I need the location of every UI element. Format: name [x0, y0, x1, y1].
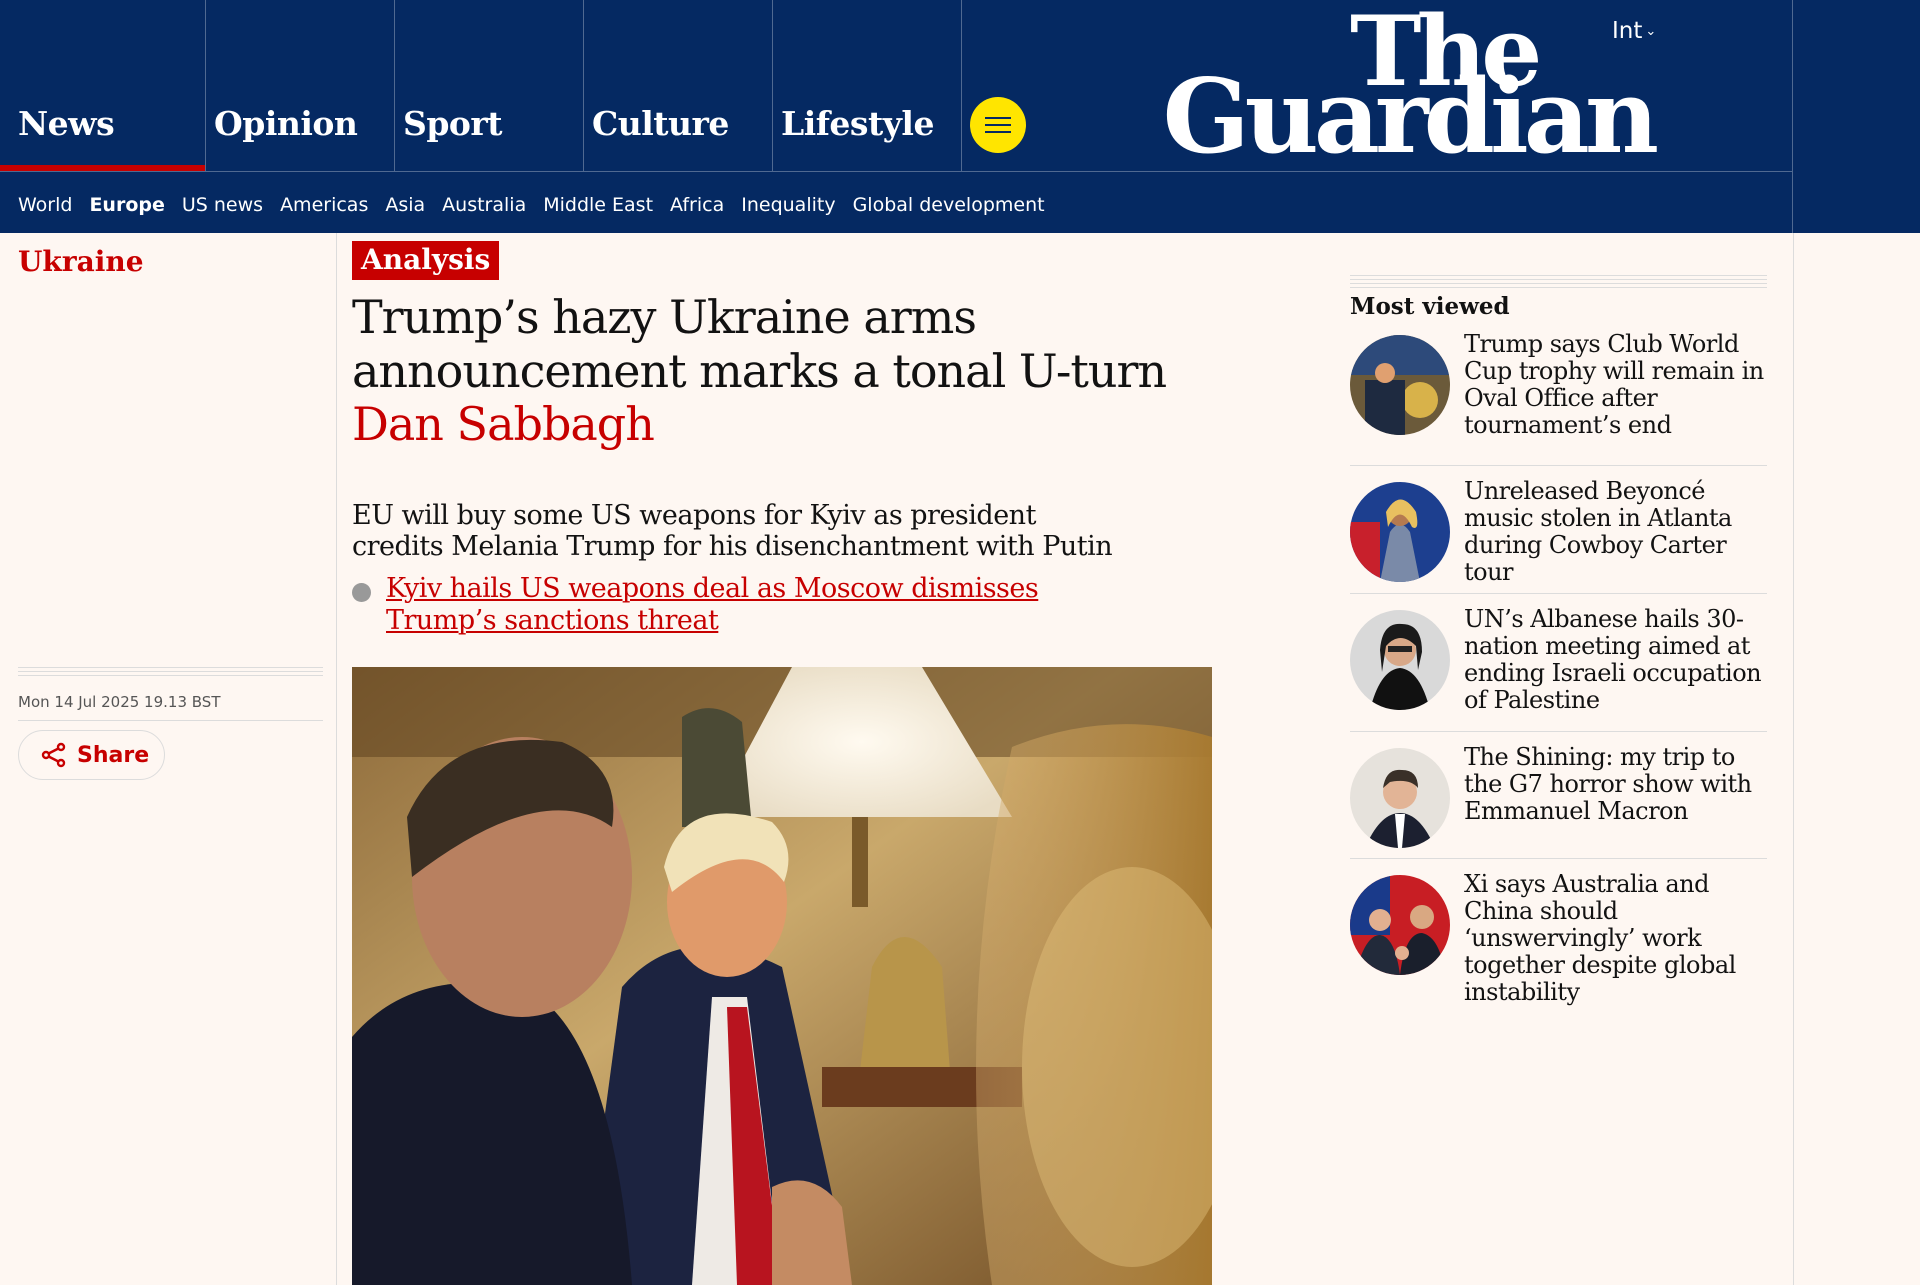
logo-line2: Guardian	[1162, 57, 1659, 177]
most-viewed-divider	[1350, 275, 1767, 289]
subnav-us-news[interactable]: US news	[182, 194, 263, 216]
standfirst: EU will buy some US weapons for Kyiv as …	[352, 500, 1113, 562]
thumbnail-image	[1350, 748, 1450, 848]
subnav-asia[interactable]: Asia	[385, 194, 425, 216]
subnav-inequality[interactable]: Inequality	[741, 194, 835, 216]
meta-separator	[18, 720, 323, 721]
pillar-label: News	[18, 104, 115, 143]
subnav-americas[interactable]: Americas	[280, 194, 368, 216]
hero-photo	[352, 667, 1212, 1285]
subnav-middle-east[interactable]: Middle East	[543, 194, 653, 216]
pillar-label: Sport	[403, 104, 503, 143]
most-viewed-headline: The Shining: my trip to the G7 horror sh…	[1464, 743, 1752, 825]
guardian-logo[interactable]: The Guardian	[1163, 4, 1670, 169]
share-button[interactable]: Share	[18, 730, 165, 780]
pillar-culture[interactable]: Culture	[584, 0, 773, 171]
dateline: Mon 14 Jul 2025 19.13 BST	[18, 693, 221, 711]
pillar-lifestyle[interactable]: Lifestyle	[773, 0, 962, 171]
hamburger-icon	[985, 124, 1011, 126]
share-icon	[41, 742, 66, 768]
most-viewed-headline: Trump says Club World Cup trophy will re…	[1464, 330, 1764, 439]
list-item[interactable]: Unreleased Beyoncé music stolen in Atlan…	[1350, 465, 1767, 593]
most-viewed-headline: Xi says Australia and China should ‘unsw…	[1464, 870, 1736, 1006]
thumbnail-image	[1350, 335, 1450, 435]
masthead-inner: News Opinion Sport Culture Lifestyle Int…	[0, 0, 1793, 233]
list-item[interactable]: UN’s Albanese hails 30-nation meeting ai…	[1350, 593, 1767, 731]
list-item[interactable]: Trump says Club World Cup trophy will re…	[1350, 329, 1767, 465]
related-link[interactable]: Kyiv hails US weapons deal as Moscow dis…	[352, 573, 1132, 637]
thumbnail-image	[1350, 482, 1450, 582]
share-label: Share	[77, 742, 150, 768]
most-viewed-title: Most viewed	[1350, 293, 1510, 320]
subnav-world[interactable]: World	[18, 194, 72, 216]
hero-image	[352, 667, 1212, 1285]
pillar-sport[interactable]: Sport	[395, 0, 584, 171]
byline[interactable]: Dan Sabbagh	[352, 397, 655, 451]
list-item[interactable]: Xi says Australia and China should ‘unsw…	[1350, 858, 1767, 1006]
bullet-icon	[352, 583, 371, 602]
hamburger-icon	[985, 131, 1011, 133]
column-divider	[1793, 233, 1794, 1285]
list-item[interactable]: The Shining: my trip to the G7 horror sh…	[1350, 731, 1767, 858]
most-viewed-headline: Unreleased Beyoncé music stolen in Atlan…	[1464, 477, 1732, 586]
most-viewed-headline: UN’s Albanese hails 30-nation meeting ai…	[1464, 605, 1762, 714]
thumbnail-image	[1350, 610, 1450, 710]
column-divider	[336, 233, 337, 1285]
menu-button[interactable]	[970, 97, 1026, 153]
related-link-text: Kyiv hails US weapons deal as Moscow dis…	[386, 573, 1039, 636]
pillar-news[interactable]: News	[0, 0, 206, 171]
subnav-africa[interactable]: Africa	[670, 194, 724, 216]
thumbnail-image	[1350, 875, 1450, 975]
pillar-label: Opinion	[214, 104, 358, 143]
section-tag[interactable]: Ukraine	[18, 245, 144, 278]
pillar-nav: News Opinion Sport Culture Lifestyle	[0, 0, 962, 171]
related-link-block: Kyiv hails US weapons deal as Moscow dis…	[352, 573, 1132, 637]
subnav-australia[interactable]: Australia	[442, 194, 526, 216]
meta-divider	[18, 667, 323, 679]
pillar-label: Lifestyle	[781, 104, 934, 143]
pillar-label: Culture	[592, 104, 729, 143]
analysis-kicker[interactable]: Analysis	[352, 241, 500, 280]
subnav-europe[interactable]: Europe	[89, 194, 164, 216]
subnav-global-development[interactable]: Global development	[853, 194, 1045, 216]
masthead: News Opinion Sport Culture Lifestyle Int…	[0, 0, 1920, 233]
most-viewed-list: Trump says Club World Cup trophy will re…	[1350, 329, 1767, 1006]
headline: Trump’s hazy Ukraine arms announcement m…	[352, 290, 1167, 398]
subnav-links: World Europe US news Americas Asia Austr…	[18, 194, 1045, 216]
hamburger-icon	[985, 117, 1011, 119]
subnav: World Europe US news Americas Asia Austr…	[0, 171, 1793, 233]
pillar-opinion[interactable]: Opinion	[206, 0, 395, 171]
